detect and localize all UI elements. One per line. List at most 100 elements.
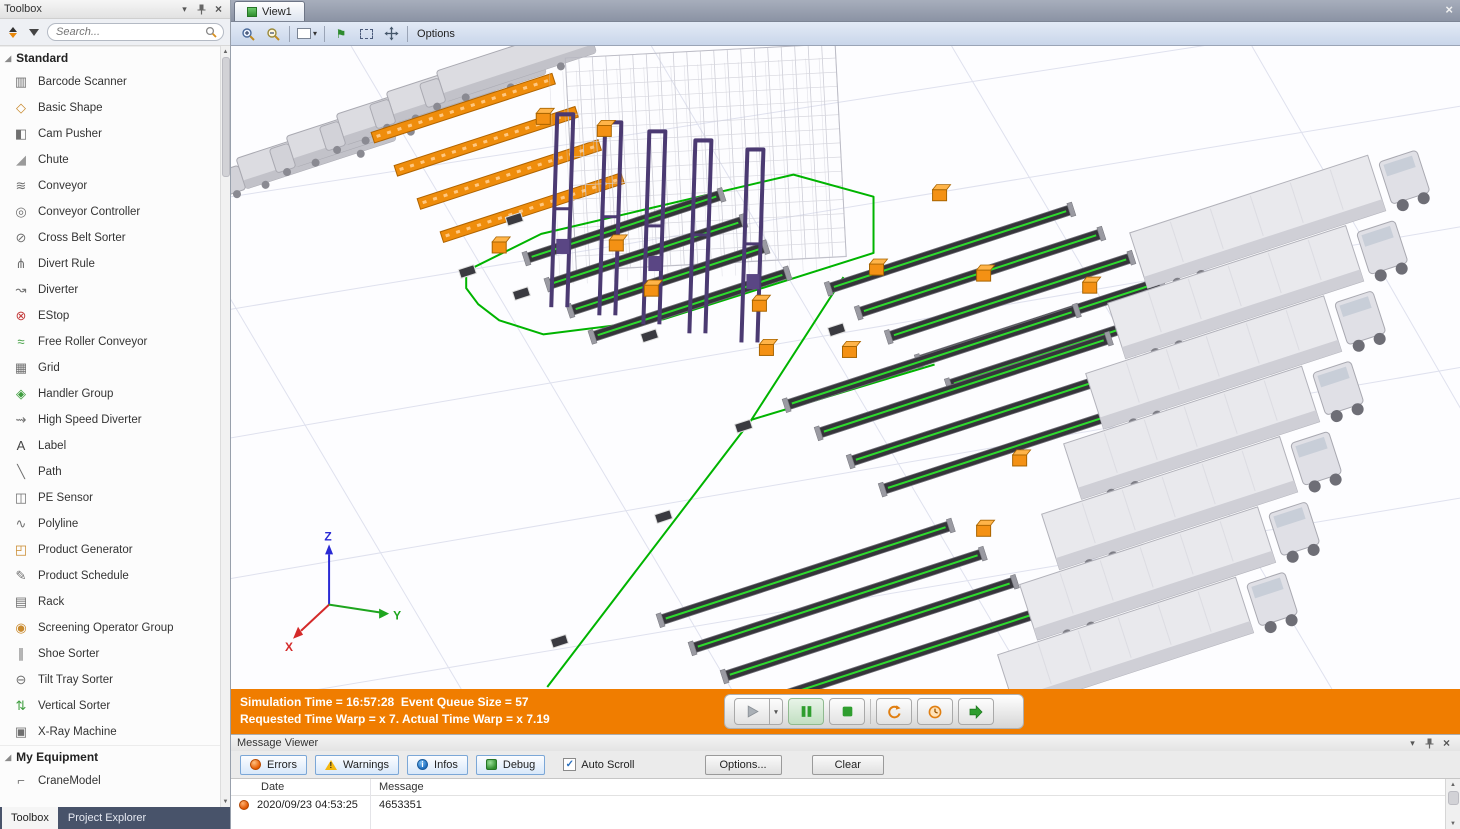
toolbox-item-barcode-scanner[interactable]: ▥Barcode Scanner xyxy=(0,69,220,95)
scroll-down-icon[interactable]: ▼ xyxy=(221,796,230,807)
scrollbar-thumb[interactable] xyxy=(222,57,230,177)
options-menu[interactable]: Options xyxy=(417,28,455,40)
scroll-up-icon[interactable]: ▲ xyxy=(1446,779,1460,790)
zoom-in-button[interactable] xyxy=(239,25,257,43)
application-window: Toolbox ▾ × ◢Standard▥Barcode Scanner◇Ba… xyxy=(0,0,1460,829)
toolbox-search[interactable] xyxy=(47,23,224,41)
toolbox-item-conveyor-controller[interactable]: ◎Conveyor Controller xyxy=(0,199,220,225)
toolbox-item-cranemodel[interactable]: ⌐ CraneModel xyxy=(0,768,220,794)
crane-model-icon: ⌐ xyxy=(13,773,29,789)
toolbox-item-cross-belt-sorter[interactable]: ⊘Cross Belt Sorter xyxy=(0,225,220,251)
toolbox-item-tilt-tray-sorter[interactable]: ⊖Tilt Tray Sorter xyxy=(0,667,220,693)
scroll-up-icon[interactable]: ▲ xyxy=(221,46,230,57)
simulation-status-bar: Simulation Time = 16:57:28 Event Queue S… xyxy=(231,689,1460,734)
toolbox-item-x-ray-machine[interactable]: ▣X-Ray Machine xyxy=(0,719,220,745)
estop-icon: ⊗ xyxy=(13,308,29,324)
restart-button[interactable] xyxy=(876,698,912,725)
tab-view1[interactable]: View1 xyxy=(234,1,305,21)
shoe-sorter-icon: ∥ xyxy=(13,646,29,662)
infos-filter-button[interactable]: Infos xyxy=(407,755,468,775)
toolbox-item-path[interactable]: ╲Path xyxy=(0,459,220,485)
play-options-button[interactable]: ▾ xyxy=(770,698,783,725)
pin-icon[interactable] xyxy=(1422,736,1437,751)
toolbox-item-chute[interactable]: ◢Chute xyxy=(0,147,220,173)
message-viewer-titlebar: Message Viewer ▾ × xyxy=(231,735,1460,751)
toolbox-item-label: Screening Operator Group xyxy=(38,622,174,634)
zoom-out-button[interactable] xyxy=(264,25,282,43)
pan-button[interactable] xyxy=(382,25,400,43)
toolbox-item-high-speed-diverter[interactable]: ⇝High Speed Diverter xyxy=(0,407,220,433)
toolbox-item-basic-shape[interactable]: ◇Basic Shape xyxy=(0,95,220,121)
toolbox-item-label: Free Roller Conveyor xyxy=(38,336,147,348)
toolbox-item-conveyor[interactable]: ≋Conveyor xyxy=(0,173,220,199)
toolbox-item-product-generator[interactable]: ◰ Product Generator xyxy=(0,537,220,563)
toolbox-item-rack[interactable]: ▤Rack xyxy=(0,589,220,615)
chevron-down-icon[interactable]: ▾ xyxy=(1405,736,1420,751)
clear-button[interactable]: Clear xyxy=(812,755,884,775)
basic-shape-icon: ◇ xyxy=(13,100,29,116)
marker-button[interactable]: ⚑ xyxy=(332,25,350,43)
message-scrollbar[interactable]: ▲ ▼ xyxy=(1445,779,1460,829)
chevron-down-icon[interactable]: ▾ xyxy=(177,2,192,17)
toolbox-item-label[interactable]: ALabel xyxy=(0,433,220,459)
cam-pusher-icon: ◧ xyxy=(13,126,29,142)
realtime-button[interactable] xyxy=(917,698,953,725)
toolbox-item-divert-rule[interactable]: ⋔Divert Rule xyxy=(0,251,220,277)
chute-icon: ◢ xyxy=(13,152,29,168)
barcode-scanner-icon: ▥ xyxy=(13,74,29,90)
options-button[interactable]: Options... xyxy=(705,755,782,775)
free-roller-conveyor-icon: ≈ xyxy=(13,334,29,350)
message-viewer-title: Message Viewer xyxy=(237,737,1403,749)
toolbox-category-my-equipment[interactable]: ◢My Equipment xyxy=(0,745,220,768)
view-tab-label: View1 xyxy=(262,6,292,18)
toolbox-item-polyline[interactable]: ∿Polyline xyxy=(0,511,220,537)
toolbox-category-standard[interactable]: ◢Standard xyxy=(0,46,220,69)
panel-tab-toolbox[interactable]: Toolbox xyxy=(2,807,58,829)
toolbox-item-grid[interactable]: ▦Grid xyxy=(0,355,220,381)
viewport-3d[interactable]: ZXY xyxy=(231,46,1460,689)
toolbox-item-label: Product Generator xyxy=(38,544,133,556)
stop-button[interactable] xyxy=(829,698,865,725)
toolbox-item-screening-operator-group[interactable]: ◉Screening Operator Group xyxy=(0,615,220,641)
toolbox-item-handler-group[interactable]: ◈Handler Group xyxy=(0,381,220,407)
filter-icon[interactable] xyxy=(27,23,42,41)
scrollbar-thumb[interactable] xyxy=(1448,791,1459,805)
panel-tab-project-explorer[interactable]: Project Explorer xyxy=(59,807,155,829)
toolbox-item-label: CraneModel xyxy=(38,775,101,787)
debug-filter-button[interactable]: Debug xyxy=(476,755,545,775)
toolbox-item-pe-sensor[interactable]: ◫PE Sensor xyxy=(0,485,220,511)
step-forward-button[interactable] xyxy=(958,698,994,725)
close-icon[interactable]: × xyxy=(1445,2,1453,17)
search-input[interactable] xyxy=(54,25,201,39)
toolbox-item-product-schedule[interactable]: ✎Product Schedule xyxy=(0,563,220,589)
scroll-down-icon[interactable]: ▼ xyxy=(1446,818,1460,829)
pin-icon[interactable] xyxy=(194,2,209,17)
toolbox-item-shoe-sorter[interactable]: ∥Shoe Sorter xyxy=(0,641,220,667)
expand-collapse-icon[interactable] xyxy=(6,23,21,41)
toolbox-item-vertical-sorter[interactable]: ⇅Vertical Sorter xyxy=(0,693,220,719)
play-icon xyxy=(745,704,760,719)
toolbox-scrollbar[interactable]: ▲ ▼ xyxy=(220,46,230,807)
message-rows: 2020/09/23 04:53:254653351 xyxy=(231,796,1460,813)
toolbox-item-label: Polyline xyxy=(38,518,78,530)
toolbox-item-cam-pusher[interactable]: ◧Cam Pusher xyxy=(0,121,220,147)
auto-scroll-checkbox[interactable] xyxy=(563,758,576,771)
clock-icon xyxy=(927,704,943,720)
select-region-button[interactable] xyxy=(357,25,375,43)
pause-button[interactable] xyxy=(788,698,824,725)
toolbox-item-estop[interactable]: ⊗EStop xyxy=(0,303,220,329)
close-icon[interactable]: × xyxy=(1439,736,1454,751)
display-mode-dropdown[interactable]: ▾ xyxy=(297,25,317,43)
message-row[interactable]: 2020/09/23 04:53:254653351 xyxy=(231,796,1460,813)
toolbox-panel: Toolbox ▾ × ◢Standard▥Barcode Scanner◇Ba… xyxy=(0,0,231,829)
toolbox-item-diverter[interactable]: ↝Diverter xyxy=(0,277,220,303)
toolbox-item-free-roller-conveyor[interactable]: ≈ Free Roller Conveyor xyxy=(0,329,220,355)
product-generator-icon: ◰ xyxy=(13,542,29,558)
column-header-message[interactable]: Message xyxy=(370,781,424,793)
errors-filter-button[interactable]: Errors xyxy=(240,755,307,775)
toolbar-separator xyxy=(407,26,408,42)
play-button[interactable] xyxy=(734,698,770,725)
close-icon[interactable]: × xyxy=(211,2,226,17)
column-header-date[interactable]: Date xyxy=(231,781,370,793)
warnings-filter-button[interactable]: Warnings xyxy=(315,755,399,775)
